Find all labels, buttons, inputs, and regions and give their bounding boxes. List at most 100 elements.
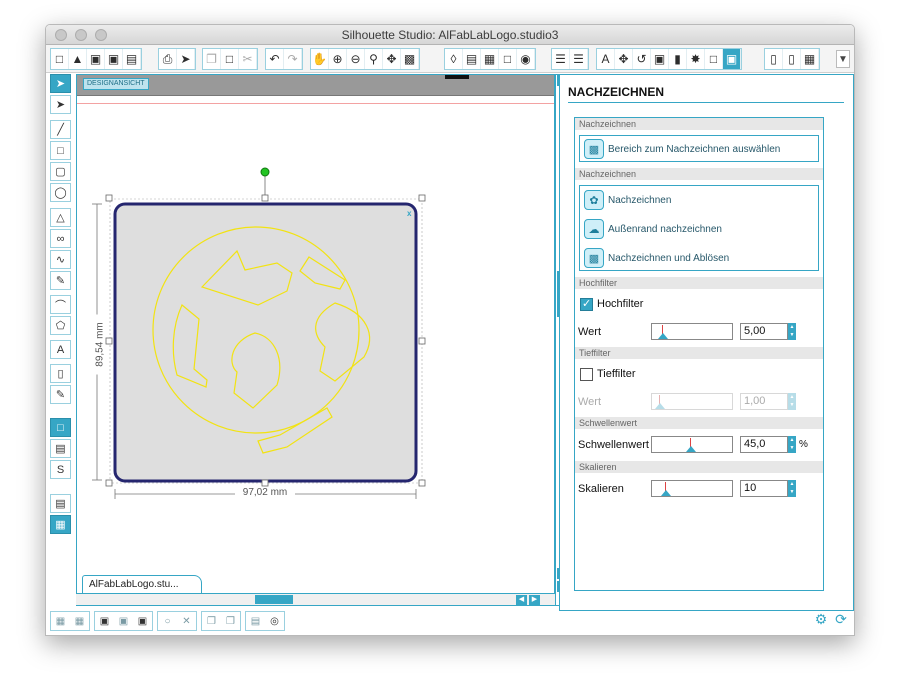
ellipse-tool-icon[interactable]: ◯ bbox=[50, 183, 71, 202]
group-icon[interactable]: ▦ bbox=[51, 612, 70, 630]
lowpass-spinner[interactable]: ▲ ▼ bbox=[788, 393, 796, 410]
text-tool-icon[interactable]: A bbox=[50, 340, 71, 359]
trace-and-detach-button[interactable]: ▩ Nachzeichnen und Ablösen bbox=[584, 247, 729, 269]
bring-front-icon[interactable]: ▣ bbox=[133, 612, 152, 630]
highpass-value-input[interactable]: 5,00 bbox=[740, 323, 788, 340]
eraser-tool-icon[interactable]: ▯ bbox=[50, 364, 71, 383]
lowpass-slider-handle[interactable] bbox=[655, 403, 665, 409]
paste-icon[interactable]: □ bbox=[221, 49, 239, 69]
device-icon[interactable]: ▯ bbox=[765, 49, 783, 69]
save-as-icon[interactable]: ▣ bbox=[105, 49, 123, 69]
select-tool-icon[interactable]: ➤ bbox=[50, 74, 71, 93]
design-drawing[interactable]: x bbox=[77, 75, 556, 607]
target-icon[interactable]: ◎ bbox=[265, 612, 284, 630]
curve-tool-icon[interactable]: ∞ bbox=[50, 229, 71, 248]
fit-page-icon[interactable]: ▩ bbox=[401, 49, 419, 69]
zoom-in-icon[interactable]: ⊕ bbox=[329, 49, 347, 69]
scale-icon[interactable]: ▣ bbox=[651, 49, 669, 69]
rotate-icon[interactable]: ↺ bbox=[633, 49, 651, 69]
registration-icon[interactable]: □ bbox=[499, 49, 517, 69]
undo-icon[interactable]: ↶ bbox=[266, 49, 284, 69]
transform-icon[interactable]: ✥ bbox=[615, 49, 633, 69]
arc-tool-icon[interactable]: ⌒ bbox=[50, 295, 71, 314]
lowpass-checkbox[interactable] bbox=[580, 368, 593, 381]
threshold-value-input[interactable]: 45,0 bbox=[740, 436, 788, 453]
canvas-horizontal-scrollbar[interactable]: ◀ ▶ bbox=[76, 593, 555, 605]
scale-value-input[interactable]: 10 bbox=[740, 480, 788, 497]
minimize-window-button[interactable] bbox=[75, 29, 87, 41]
polygon-tool-icon[interactable]: △ bbox=[50, 208, 71, 227]
zoom-window-button[interactable] bbox=[95, 29, 107, 41]
open-folder-icon[interactable]: ▲ bbox=[69, 49, 87, 69]
sync-icon[interactable]: ⟳ bbox=[833, 611, 849, 627]
design-view-icon[interactable]: ◊ bbox=[445, 49, 463, 69]
lowpass-slider[interactable] bbox=[651, 393, 733, 410]
toolbar-overflow-button[interactable]: ▼ bbox=[836, 50, 850, 68]
scroll-left-icon[interactable]: ◀ bbox=[516, 595, 527, 605]
line-style-icon[interactable]: ☰ bbox=[570, 49, 588, 69]
cut-icon[interactable]: ✂ bbox=[239, 49, 257, 69]
line-color-icon[interactable]: ☰ bbox=[552, 49, 570, 69]
redo-icon[interactable]: ↷ bbox=[284, 49, 302, 69]
freehand-tool-icon[interactable]: ∿ bbox=[50, 250, 71, 269]
highpass-slider-handle[interactable] bbox=[658, 333, 668, 339]
library-icon[interactable]: □ bbox=[705, 49, 723, 69]
send-icon[interactable]: ➤ bbox=[177, 49, 195, 69]
duplicate-icon[interactable]: ❐ bbox=[202, 612, 221, 630]
drag-zoom-icon[interactable]: ✥ bbox=[383, 49, 401, 69]
page-setup-icon[interactable]: ▤ bbox=[463, 49, 481, 69]
scale-spinner[interactable]: ▲ ▼ bbox=[788, 480, 796, 497]
replicate-icon[interactable]: ❐ bbox=[221, 612, 240, 630]
cut-settings-icon[interactable]: ▯ bbox=[783, 49, 801, 69]
threshold-slider-handle[interactable] bbox=[686, 446, 696, 452]
close-window-button[interactable] bbox=[55, 29, 67, 41]
save-icon[interactable]: ▣ bbox=[87, 49, 105, 69]
fill-bucket-icon[interactable]: ▤ bbox=[246, 612, 265, 630]
hand-pan-icon[interactable]: ✋ bbox=[311, 49, 329, 69]
offset-icon[interactable]: ✸ bbox=[687, 49, 705, 69]
library-save-icon[interactable]: ▤ bbox=[123, 49, 141, 69]
window-layout-icon[interactable]: ▤ bbox=[50, 494, 71, 513]
print-icon[interactable]: ⎙ bbox=[159, 49, 177, 69]
design-canvas[interactable]: DESIGNANSICHT x 89,54 mm 97,02 mm AlFabL… bbox=[76, 74, 555, 606]
delete-icon[interactable]: ✕ bbox=[177, 612, 196, 630]
rectangle-tool-icon[interactable]: □ bbox=[50, 141, 71, 160]
new-doc-icon[interactable]: □ bbox=[51, 49, 69, 69]
pentagon-tool-icon[interactable]: ⬠ bbox=[50, 316, 71, 335]
horizontal-scroll-thumb[interactable] bbox=[255, 595, 293, 604]
lowpass-value-input[interactable]: 1,00 bbox=[740, 393, 788, 410]
smooth-freehand-tool-icon[interactable]: ✎ bbox=[50, 271, 71, 290]
split-layout-icon[interactable]: ▦ bbox=[50, 515, 71, 534]
point-edit-tool-icon[interactable]: ➤ bbox=[50, 95, 71, 114]
release-compound-icon[interactable]: ▣ bbox=[114, 612, 133, 630]
line-tool-icon[interactable]: ╱ bbox=[50, 120, 71, 139]
highpass-spinner[interactable]: ▲ ▼ bbox=[788, 323, 796, 340]
weld-icon[interactable]: ○ bbox=[158, 612, 177, 630]
mirror-icon[interactable]: ▮ bbox=[669, 49, 687, 69]
design-page-icon[interactable]: □ bbox=[50, 418, 71, 437]
fill-icon[interactable]: ◉ bbox=[517, 49, 535, 69]
rounded-rect-tool-icon[interactable]: ▢ bbox=[50, 162, 71, 181]
scroll-right-icon[interactable]: ▶ bbox=[529, 595, 540, 605]
zoom-out-icon[interactable]: ⊖ bbox=[347, 49, 365, 69]
library-book-icon[interactable]: ▤ bbox=[50, 439, 71, 458]
store-s-icon[interactable]: S bbox=[50, 460, 71, 479]
settings-gear-icon[interactable]: ⚙ bbox=[813, 611, 829, 627]
threshold-slider[interactable] bbox=[651, 436, 733, 453]
ungroup-icon[interactable]: ▦ bbox=[70, 612, 89, 630]
store-icon[interactable]: ▦ bbox=[801, 49, 819, 69]
scale-slider[interactable] bbox=[651, 480, 733, 497]
scale-slider-handle[interactable] bbox=[661, 490, 671, 496]
trace-outer-edge-button[interactable]: ☁ Außenrand nachzeichnen bbox=[584, 218, 722, 240]
threshold-spinner[interactable]: ▲ ▼ bbox=[788, 436, 796, 453]
compound-path-icon[interactable]: ▣ bbox=[95, 612, 114, 630]
highpass-slider[interactable] bbox=[651, 323, 733, 340]
copy-icon[interactable]: ❐ bbox=[203, 49, 221, 69]
select-trace-area-button[interactable]: ▩ Bereich zum Nachzeichnen auswählen bbox=[584, 138, 780, 160]
grid-icon[interactable]: ▦ bbox=[481, 49, 499, 69]
zoom-select-icon[interactable]: ⚲ bbox=[365, 49, 383, 69]
trace-button[interactable]: ✿ Nachzeichnen bbox=[584, 189, 671, 211]
trace-icon[interactable]: ▣ bbox=[723, 49, 741, 69]
knife-tool-icon[interactable]: ✎ bbox=[50, 385, 71, 404]
text-style-icon[interactable]: A bbox=[597, 49, 615, 69]
